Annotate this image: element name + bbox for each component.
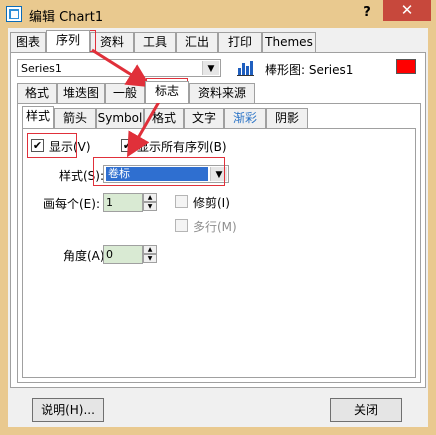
draw-every-down-button[interactable]: ▼: [143, 202, 157, 211]
draw-every-input[interactable]: 1: [103, 193, 143, 212]
tab-data[interactable]: 资料: [90, 32, 134, 52]
series-panel: Series1 ▼ 棒形图: Series1 格式 堆迭图 一般 标志 资料来源…: [10, 52, 426, 388]
style-select-value: 卷标: [106, 167, 208, 181]
style-label: 样式(S):: [59, 169, 105, 183]
angle-up-button[interactable]: ▲: [143, 245, 157, 254]
tab-export[interactable]: 汇出: [176, 32, 218, 52]
angle-down-button[interactable]: ▼: [143, 254, 157, 263]
marks-tab-style[interactable]: 样式: [22, 106, 54, 128]
sub-tab-bar: 格式 堆迭图 一般 标志 资料来源: [17, 81, 421, 104]
marks-tab-bar: 样式 箭头 Symbol 格式 文字 渐彩 阴影: [22, 106, 416, 129]
help-title-button[interactable]: ?: [357, 3, 377, 23]
angle-label: 角度(A):: [63, 249, 109, 263]
tab-tools[interactable]: 工具: [134, 32, 176, 52]
all-series-checkbox[interactable]: ✔: [121, 139, 134, 152]
draw-every-label: 画每个(E):: [43, 197, 100, 211]
help-button[interactable]: 说明(H)...: [32, 398, 104, 422]
chart-type-label: 棒形图: Series1: [265, 63, 354, 77]
subtab-stack[interactable]: 堆迭图: [57, 83, 105, 103]
style-select[interactable]: 卷标 ▼: [103, 165, 229, 183]
marks-panel: 样式 箭头 Symbol 格式 文字 渐彩 阴影 ✔ 显示(V) ✔ 显示所有序…: [17, 103, 421, 383]
clip-label: 修剪(I): [193, 196, 230, 210]
marks-tab-symbol[interactable]: Symbol: [96, 108, 144, 128]
multiline-checkbox[interactable]: [175, 219, 188, 232]
tab-series[interactable]: 序列: [46, 30, 90, 52]
dialog-client: 图表 序列 资料 工具 汇出 打印 Themes Series1 ▼ 棒形图: …: [8, 28, 428, 427]
marks-tab-text[interactable]: 文字: [184, 108, 224, 128]
subtab-general[interactable]: 一般: [105, 83, 145, 103]
subtab-marks[interactable]: 标志: [145, 81, 189, 103]
marks-tab-format[interactable]: 格式: [144, 108, 184, 128]
chevron-down-icon[interactable]: ▼: [202, 61, 219, 75]
close-window-button[interactable]: ✕: [383, 0, 431, 21]
marks-tab-gradient[interactable]: 渐彩: [224, 108, 266, 128]
marks-tab-shadow[interactable]: 阴影: [266, 108, 308, 128]
close-button[interactable]: 关闭: [330, 398, 402, 422]
clip-checkbox[interactable]: [175, 195, 188, 208]
series-select[interactable]: Series1 ▼: [17, 59, 221, 77]
tab-chart[interactable]: 图表: [10, 32, 46, 52]
bar-chart-icon: [237, 61, 254, 76]
multiline-label: 多行(M): [193, 220, 237, 234]
visible-label: 显示(V): [49, 140, 91, 154]
series-select-value: Series1: [21, 62, 62, 75]
series-color-button[interactable]: [396, 59, 416, 74]
window-title: 编辑 Chart1: [29, 10, 104, 25]
marks-style-panel: ✔ 显示(V) ✔ 显示所有序列(B) 样式(S): 卷标 ▼ 画每个(E): …: [22, 128, 416, 378]
title-bar: 编辑 Chart1 ? ✕: [0, 0, 436, 28]
angle-input[interactable]: 0: [103, 245, 143, 264]
subtab-format[interactable]: 格式: [17, 83, 57, 103]
tab-print[interactable]: 打印: [218, 32, 262, 52]
subtab-datasource[interactable]: 资料来源: [189, 83, 255, 103]
all-series-label: 显示所有序列(B): [137, 140, 227, 154]
main-tab-bar: 图表 序列 资料 工具 汇出 打印 Themes: [10, 30, 426, 53]
marks-tab-arrow[interactable]: 箭头: [54, 108, 96, 128]
app-icon: [6, 6, 22, 22]
tab-themes[interactable]: Themes: [262, 32, 316, 52]
visible-checkbox[interactable]: ✔: [31, 139, 44, 152]
draw-every-up-button[interactable]: ▲: [143, 193, 157, 202]
chevron-down-icon[interactable]: ▼: [210, 167, 227, 181]
